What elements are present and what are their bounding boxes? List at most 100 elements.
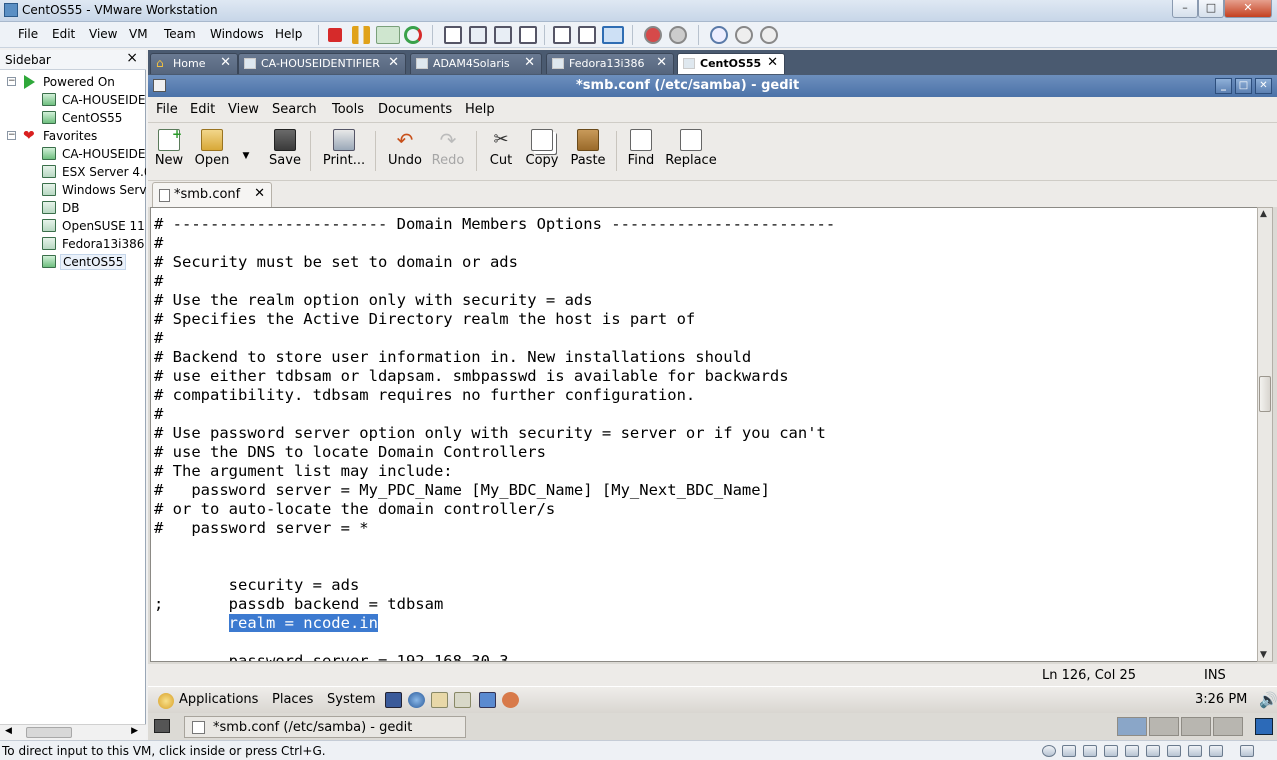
gedit-minimize-button[interactable]: _ bbox=[1215, 78, 1232, 94]
close-button[interactable]: ✕ bbox=[1224, 0, 1272, 18]
quick-switch-icon[interactable] bbox=[469, 26, 487, 44]
find-button[interactable]: Find bbox=[625, 129, 657, 177]
power-on-icon[interactable] bbox=[376, 26, 400, 44]
close-tab-icon[interactable]: ✕ bbox=[767, 55, 778, 70]
hard-disk-icon[interactable] bbox=[1104, 745, 1118, 757]
tree-item-vm-selected[interactable]: CentOS55 bbox=[0, 253, 146, 271]
places-menu[interactable]: Places bbox=[272, 692, 313, 707]
scroll-up-icon[interactable]: ▲ bbox=[1260, 209, 1267, 219]
taskbar-item-gedit[interactable]: *smb.conf (/etc/samba) - gedit bbox=[184, 716, 466, 738]
tab-adam4solaris[interactable]: ADAM4Solaris ✕ bbox=[410, 53, 542, 74]
gedit-menu-edit[interactable]: Edit bbox=[190, 102, 215, 117]
floppy-drive-icon[interactable] bbox=[1146, 745, 1160, 757]
tree-favorites[interactable]: − ❤ Favorites bbox=[0, 127, 146, 145]
menu-edit[interactable]: Edit bbox=[52, 27, 75, 41]
editor-vertical-scrollbar[interactable]: ▲ ▼ bbox=[1257, 207, 1273, 662]
hard-disk-icon[interactable] bbox=[1125, 745, 1139, 757]
close-tab-icon[interactable]: ✕ bbox=[388, 55, 399, 70]
tree-item-vm[interactable]: CA-HOUSEIDENTIFIER bbox=[0, 145, 146, 163]
suspend-icon[interactable] bbox=[352, 26, 370, 44]
gedit-menu-view[interactable]: View bbox=[228, 102, 259, 117]
collapse-icon[interactable]: − bbox=[7, 77, 16, 86]
tab-ca-houseidentifier[interactable]: CA-HOUSEIDENTIFIER ✕ bbox=[238, 53, 406, 74]
undo-button[interactable]: ↶ Undo bbox=[386, 129, 424, 177]
menu-file[interactable]: File bbox=[18, 27, 38, 41]
close-tab-icon[interactable]: ✕ bbox=[656, 55, 667, 70]
tree-item-vm[interactable]: ESX Server 4.0i bbox=[0, 163, 146, 181]
gedit-menu-documents[interactable]: Documents bbox=[378, 102, 452, 117]
scroll-down-icon[interactable]: ▼ bbox=[1260, 650, 1267, 660]
minimize-button[interactable]: – bbox=[1172, 0, 1198, 18]
sidebar-close-icon[interactable]: × bbox=[126, 50, 138, 66]
screenshot-launcher-icon[interactable] bbox=[479, 692, 496, 708]
collapse-icon[interactable]: − bbox=[7, 131, 16, 140]
save-button[interactable]: Save bbox=[267, 129, 303, 177]
workspace-2[interactable] bbox=[1149, 717, 1179, 736]
tree-item-vm[interactable]: Windows Server bbox=[0, 181, 146, 199]
close-tab-icon[interactable]: ✕ bbox=[220, 55, 231, 70]
open-button[interactable]: Open bbox=[192, 129, 232, 177]
scroll-thumb[interactable] bbox=[26, 727, 72, 738]
tree-item-vm[interactable]: OpenSUSE 11.2 bbox=[0, 217, 146, 235]
gedit-menu-search[interactable]: Search bbox=[272, 102, 317, 117]
gedit-menu-tools[interactable]: Tools bbox=[332, 102, 364, 117]
applications-menu[interactable]: Applications bbox=[179, 692, 258, 707]
network-adapter-icon[interactable] bbox=[1167, 745, 1181, 757]
workspace-4[interactable] bbox=[1213, 717, 1243, 736]
appliance-view-icon[interactable] bbox=[578, 26, 596, 44]
show-desktop-icon[interactable] bbox=[154, 719, 170, 733]
gedit-close-button[interactable]: ✕ bbox=[1255, 78, 1272, 94]
scroll-left-icon[interactable]: ◀ bbox=[5, 726, 12, 736]
new-button[interactable]: + New bbox=[152, 127, 186, 177]
trash-icon[interactable] bbox=[1255, 718, 1273, 735]
workspace-3[interactable] bbox=[1181, 717, 1211, 736]
tree-item-vm[interactable]: CA-HOUSEIDENTIFIER bbox=[0, 91, 146, 109]
editor-content[interactable]: # ----------------------- Domain Members… bbox=[154, 215, 1258, 661]
hard-disk-icon[interactable] bbox=[1062, 745, 1076, 757]
terminal-launcher-icon[interactable] bbox=[385, 692, 402, 708]
mail-launcher-icon[interactable] bbox=[431, 692, 448, 708]
maximize-button[interactable]: □ bbox=[1198, 0, 1224, 18]
snapshot-manager-icon[interactable] bbox=[735, 26, 753, 44]
print-button[interactable]: Print... bbox=[322, 129, 366, 177]
tree-item-vm[interactable]: CentOS55 bbox=[0, 109, 146, 127]
record-icon[interactable] bbox=[760, 26, 778, 44]
snapshot-icon[interactable] bbox=[644, 26, 662, 44]
message-log-icon[interactable] bbox=[1240, 745, 1254, 757]
guest-screen[interactable]: *smb.conf (/etc/samba) - gedit _ □ ✕ Fil… bbox=[148, 75, 1277, 740]
close-tab-icon[interactable]: ✕ bbox=[524, 55, 535, 70]
scroll-thumb[interactable] bbox=[1259, 376, 1271, 412]
notes-launcher-icon[interactable] bbox=[454, 692, 471, 708]
unity-icon[interactable] bbox=[519, 26, 537, 44]
revert-snapshot-icon[interactable] bbox=[669, 26, 687, 44]
reset-icon[interactable] bbox=[404, 26, 422, 44]
tree-powered-on[interactable]: − Powered On bbox=[0, 73, 146, 91]
replace-button[interactable]: Replace bbox=[664, 129, 718, 177]
text-editor[interactable]: # ----------------------- Domain Members… bbox=[150, 207, 1259, 662]
tab-centos55[interactable]: CentOS55 ✕ bbox=[677, 53, 785, 74]
tree-item-vm[interactable]: DB bbox=[0, 199, 146, 217]
power-off-icon[interactable] bbox=[328, 28, 342, 42]
update-launcher-icon[interactable] bbox=[502, 692, 519, 708]
system-menu[interactable]: System bbox=[327, 692, 375, 707]
close-document-icon[interactable]: ✕ bbox=[254, 186, 265, 201]
menu-vm[interactable]: VM bbox=[129, 27, 148, 41]
menu-windows[interactable]: Windows bbox=[210, 27, 264, 41]
volume-icon[interactable]: 🔊 bbox=[1259, 691, 1277, 709]
gedit-menu-help[interactable]: Help bbox=[465, 102, 495, 117]
menu-help[interactable]: Help bbox=[275, 27, 302, 41]
tab-fedora13i386[interactable]: Fedora13i386 ✕ bbox=[546, 53, 674, 74]
full-screen-icon[interactable] bbox=[494, 26, 512, 44]
usb-controller-icon[interactable] bbox=[1188, 745, 1202, 757]
printer-device-icon[interactable] bbox=[1209, 745, 1223, 757]
copy-button[interactable]: Copy bbox=[522, 129, 562, 177]
show-sidebar-icon[interactable] bbox=[444, 26, 462, 44]
paste-button[interactable]: Paste bbox=[568, 129, 608, 177]
gedit-menu-file[interactable]: File bbox=[156, 102, 178, 117]
redo-button[interactable]: ↷ Redo bbox=[430, 129, 466, 177]
clock[interactable]: 3:26 PM bbox=[1195, 692, 1247, 707]
sidebar-horizontal-scrollbar[interactable]: ◀ ▶ bbox=[0, 724, 146, 740]
cd-drive-icon[interactable] bbox=[1042, 745, 1056, 757]
summary-view-icon[interactable] bbox=[553, 26, 571, 44]
menu-view[interactable]: View bbox=[89, 27, 117, 41]
